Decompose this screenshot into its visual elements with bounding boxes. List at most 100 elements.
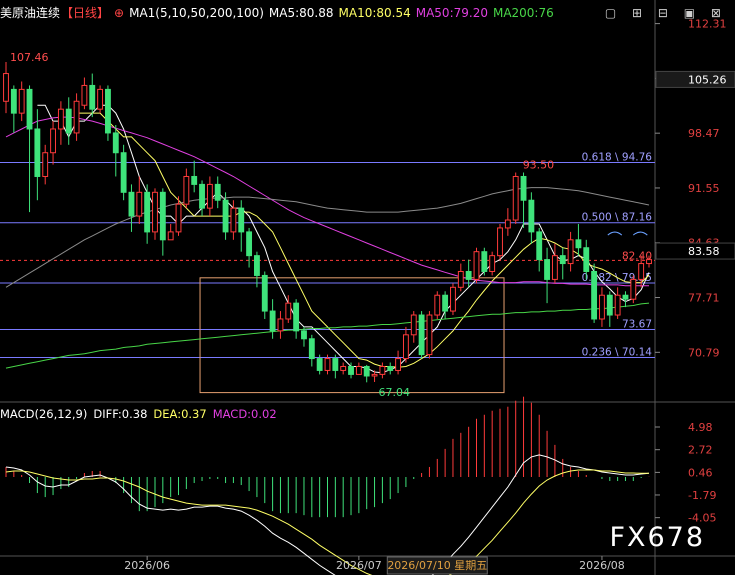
candle-body bbox=[222, 199, 229, 233]
macd-value: MACD:0.02 bbox=[212, 407, 277, 421]
low-label: 67.04 bbox=[379, 386, 411, 399]
candle-body bbox=[308, 338, 315, 360]
grid-lines bbox=[0, 0, 735, 575]
candle-body bbox=[324, 358, 331, 371]
candle-body bbox=[551, 255, 558, 280]
candle-body bbox=[536, 231, 543, 261]
price-tag-label: 83.58 bbox=[688, 245, 720, 258]
candle-body bbox=[387, 365, 394, 371]
candle-body bbox=[293, 302, 300, 332]
candle-body bbox=[630, 278, 637, 300]
chart-canvas[interactable]: 0.618 \ 94.760.500 \ 87.160.382 \ 79.557… bbox=[0, 0, 735, 575]
candle-body bbox=[348, 365, 354, 375]
macd-tick-label: 2.72 bbox=[688, 444, 713, 457]
candle-body bbox=[42, 152, 49, 177]
candle-body bbox=[301, 330, 307, 340]
fib-level-label: 0.236 \ 70.14 bbox=[582, 346, 653, 358]
circle-plus-icon[interactable]: ⊕ bbox=[114, 6, 124, 20]
window-toolbar[interactable]: ▢ ⊞ ⊟ ▣ ⊠ bbox=[605, 6, 727, 20]
candle-body bbox=[152, 191, 158, 233]
highlight-rectangle bbox=[199, 277, 505, 394]
candle-body bbox=[638, 263, 645, 280]
price-tick-label: 98.47 bbox=[688, 127, 720, 140]
candle-body bbox=[426, 314, 433, 356]
time-tick-label: 2026/06 bbox=[124, 559, 170, 572]
period-label[interactable]: 【日线】 bbox=[61, 6, 109, 20]
moving-average-lines bbox=[5, 104, 650, 374]
candle-body bbox=[191, 175, 198, 185]
candle-body bbox=[512, 175, 519, 221]
candle-body bbox=[473, 251, 480, 280]
candle-body bbox=[465, 270, 472, 280]
candle-body bbox=[481, 251, 488, 272]
candle-body bbox=[489, 255, 496, 272]
candle-body bbox=[159, 191, 166, 241]
candle-body bbox=[340, 365, 347, 371]
candle-body bbox=[246, 231, 253, 257]
macd-header: MACD(26,12,9) DIFF:0.38 DEA:0.37 MACD:0.02 bbox=[0, 405, 283, 423]
candle-body bbox=[183, 175, 190, 205]
candle-body bbox=[26, 88, 33, 130]
candle-body bbox=[402, 334, 409, 360]
candle-body bbox=[73, 100, 80, 134]
diff-value: DIFF:0.38 bbox=[93, 407, 148, 421]
candle-body bbox=[363, 365, 370, 377]
candle-body bbox=[97, 88, 104, 110]
candle-body bbox=[379, 365, 386, 375]
candle-body bbox=[285, 302, 292, 320]
high-label: 107.46 bbox=[10, 51, 49, 64]
candle-body bbox=[418, 314, 425, 356]
axes: 112.31105.3998.4791.5584.6377.7170.79105… bbox=[124, 18, 735, 575]
candle-body bbox=[583, 247, 590, 272]
candle-body bbox=[559, 255, 566, 265]
candle-body bbox=[136, 191, 143, 217]
ma200-value: MA200:76 bbox=[492, 6, 554, 20]
candle-body bbox=[112, 132, 119, 154]
ma-line-ma5 bbox=[37, 104, 650, 374]
time-tick-label: 2026/08 bbox=[579, 559, 625, 572]
price-tick-label: 70.79 bbox=[688, 346, 720, 359]
instrument-title: 美原油连续 bbox=[0, 6, 61, 20]
candle-body bbox=[167, 231, 174, 241]
fib-level-label: 73.67 bbox=[622, 319, 652, 331]
ma5-value: MA5:80.88 bbox=[268, 6, 334, 20]
arc-mark bbox=[607, 231, 623, 236]
candle-body bbox=[504, 219, 511, 229]
candle-body bbox=[57, 108, 64, 130]
fib-level-label: 0.500 \ 87.16 bbox=[582, 212, 653, 224]
candle-body bbox=[144, 191, 151, 233]
candle-body bbox=[199, 183, 205, 209]
candle-body bbox=[371, 373, 378, 377]
candle-body bbox=[10, 88, 17, 114]
candle-body bbox=[34, 128, 41, 177]
candle-body bbox=[622, 294, 629, 300]
candle-body bbox=[120, 152, 127, 193]
candle-body bbox=[614, 294, 621, 316]
candle-body bbox=[450, 286, 456, 312]
candle-body bbox=[18, 88, 25, 114]
candle-body bbox=[261, 274, 268, 312]
candle-body bbox=[81, 84, 88, 106]
selection-box bbox=[199, 277, 505, 394]
candle-body bbox=[230, 207, 237, 233]
candle-body bbox=[410, 314, 417, 336]
candle-body bbox=[646, 259, 652, 265]
candle-body bbox=[528, 199, 535, 233]
candle-body bbox=[206, 183, 213, 209]
candle-body bbox=[442, 294, 449, 312]
candle-body bbox=[269, 310, 276, 332]
candle-body bbox=[591, 270, 598, 320]
cursor-date-label: 2026/07/10 星期五 bbox=[387, 559, 487, 572]
macd-tick-label: 4.98 bbox=[688, 421, 713, 434]
candle-body bbox=[277, 318, 284, 332]
candle-body bbox=[606, 294, 613, 316]
price-tag-label: 105.26 bbox=[688, 73, 727, 86]
candle-body bbox=[332, 358, 339, 371]
candle-body bbox=[599, 294, 605, 320]
candle-body bbox=[355, 365, 362, 375]
candle-body bbox=[105, 88, 111, 134]
candlesticks bbox=[3, 62, 652, 383]
candle-body bbox=[520, 175, 527, 201]
ma-params[interactable]: MA1(5,10,50,200,100) bbox=[129, 6, 264, 20]
time-tick-label: 2026/07 bbox=[336, 559, 382, 572]
